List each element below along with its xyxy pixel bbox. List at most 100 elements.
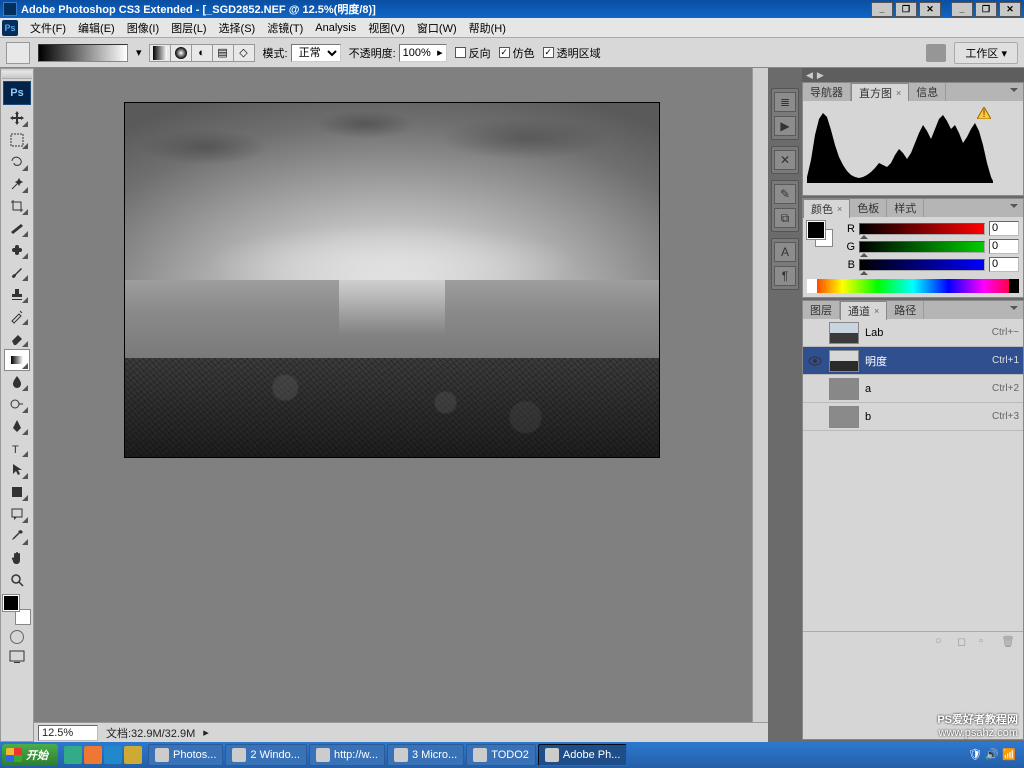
gradient-linear-icon[interactable]: [149, 44, 171, 62]
document-canvas[interactable]: [124, 102, 660, 458]
save-selection-icon[interactable]: ◻: [957, 635, 973, 649]
b-value[interactable]: 0: [989, 257, 1019, 272]
restore-button[interactable]: ❐: [895, 2, 917, 17]
bridge-icon[interactable]: [926, 44, 946, 62]
menu-file[interactable]: 文件(F): [24, 18, 72, 38]
panel-menu-icon[interactable]: [1008, 202, 1020, 212]
ql-icon-1[interactable]: [64, 746, 82, 764]
spectrum-bar[interactable]: [807, 279, 1019, 293]
move-tool-icon[interactable]: [4, 107, 30, 129]
channel-row[interactable]: LabCtrl+~: [803, 319, 1023, 347]
dock-char-icon[interactable]: A: [774, 242, 796, 262]
dock-layers-icon[interactable]: ≣: [774, 92, 796, 112]
eyedropper-tool-icon[interactable]: [4, 525, 30, 547]
transparency-checkbox[interactable]: ✓透明区域: [543, 45, 601, 61]
history-brush-tool-icon[interactable]: [4, 305, 30, 327]
foreground-color-swatch[interactable]: [3, 595, 19, 611]
dodge-tool-icon[interactable]: [4, 393, 30, 415]
blend-mode-select[interactable]: 正常: [291, 44, 341, 62]
tab-paths[interactable]: 路径: [887, 301, 924, 319]
ql-icon-4[interactable]: [124, 746, 142, 764]
menu-select[interactable]: 选择(S): [213, 18, 262, 38]
taskbar-task[interactable]: Adobe Ph...: [538, 744, 628, 766]
app-close-button[interactable]: ✕: [999, 2, 1021, 17]
brush-tool-icon[interactable]: [4, 261, 30, 283]
menu-edit[interactable]: 编辑(E): [72, 18, 121, 38]
dock-tools-icon[interactable]: ✕: [774, 150, 796, 170]
tab-channels[interactable]: 通道×: [840, 301, 887, 320]
start-button[interactable]: 开始: [2, 744, 58, 766]
tab-color[interactable]: 颜色×: [803, 199, 850, 218]
current-tool-icon[interactable]: [6, 42, 30, 64]
minimize-button[interactable]: _: [871, 2, 893, 17]
taskbar-task[interactable]: 2 Windo...: [225, 744, 307, 766]
channel-row[interactable]: bCtrl+3: [803, 403, 1023, 431]
opacity-field[interactable]: 100%▸: [399, 44, 447, 62]
path-select-tool-icon[interactable]: [4, 459, 30, 481]
new-channel-icon[interactable]: ▫: [979, 635, 995, 649]
hand-tool-icon[interactable]: [4, 547, 30, 569]
tray-icon[interactable]: 🛡: [968, 748, 982, 762]
menu-filter[interactable]: 滤镜(T): [261, 18, 309, 38]
reverse-checkbox[interactable]: 反向: [455, 45, 491, 61]
taskbar-task[interactable]: http://w...: [309, 744, 385, 766]
visibility-eye-icon[interactable]: [807, 326, 823, 340]
gradient-dropdown-icon[interactable]: ▾: [136, 46, 142, 59]
panel-menu-icon[interactable]: [1008, 86, 1020, 96]
zoom-tool-icon[interactable]: [4, 569, 30, 591]
gradient-reflected-icon[interactable]: ▤: [212, 44, 234, 62]
app-minimize-button[interactable]: _: [951, 2, 973, 17]
tab-navigator[interactable]: 导航器: [803, 83, 851, 101]
eraser-tool-icon[interactable]: [4, 327, 30, 349]
panel-menu-icon[interactable]: [1008, 304, 1020, 314]
g-slider[interactable]: [859, 241, 985, 253]
gradient-tool-icon[interactable]: [4, 349, 30, 371]
load-selection-icon[interactable]: ○: [935, 635, 951, 649]
dock-para-icon[interactable]: ¶: [774, 266, 796, 286]
ql-icon-2[interactable]: [84, 746, 102, 764]
wand-tool-icon[interactable]: [4, 173, 30, 195]
menu-window[interactable]: 窗口(W): [411, 18, 463, 38]
dock-brush-icon[interactable]: ✎: [774, 184, 796, 204]
b-slider[interactable]: [859, 259, 985, 271]
channel-row[interactable]: 明度Ctrl+1: [803, 347, 1023, 375]
type-tool-icon[interactable]: T: [4, 437, 30, 459]
tray-icon[interactable]: 🔊: [985, 748, 999, 762]
visibility-eye-icon[interactable]: [807, 354, 823, 368]
shape-tool-icon[interactable]: [4, 481, 30, 503]
dock-clone-icon[interactable]: ⧉: [774, 208, 796, 228]
delete-channel-icon[interactable]: 🗑: [1001, 635, 1017, 649]
visibility-eye-icon[interactable]: [807, 382, 823, 396]
menu-help[interactable]: 帮助(H): [463, 18, 512, 38]
stamp-tool-icon[interactable]: [4, 283, 30, 305]
taskbar-task[interactable]: Photos...: [148, 744, 223, 766]
pen-tool-icon[interactable]: [4, 415, 30, 437]
warning-icon[interactable]: !: [977, 107, 991, 119]
color-swatches[interactable]: [3, 595, 31, 625]
taskbar-task[interactable]: 3 Micro...: [387, 744, 464, 766]
g-value[interactable]: 0: [989, 239, 1019, 254]
menu-analysis[interactable]: Analysis: [309, 20, 362, 36]
menu-layer[interactable]: 图层(L): [165, 18, 212, 38]
dock-play-icon[interactable]: ▶: [774, 116, 796, 136]
dither-checkbox[interactable]: ✓仿色: [499, 45, 535, 61]
ql-icon-3[interactable]: [104, 746, 122, 764]
channel-row[interactable]: aCtrl+2: [803, 375, 1023, 403]
r-value[interactable]: 0: [989, 221, 1019, 236]
tab-swatches[interactable]: 色板: [850, 199, 887, 217]
screen-mode-icon[interactable]: [4, 647, 30, 667]
close-button[interactable]: ✕: [919, 2, 941, 17]
visibility-eye-icon[interactable]: [807, 410, 823, 424]
zoom-field[interactable]: 12.5%: [38, 725, 98, 741]
background-color-swatch[interactable]: [15, 609, 31, 625]
tray-icon[interactable]: 📶: [1002, 748, 1016, 762]
workspace-button[interactable]: 工作区 ▾: [954, 42, 1018, 64]
marquee-tool-icon[interactable]: [4, 129, 30, 151]
gradient-preview[interactable]: [38, 44, 128, 62]
r-slider[interactable]: [859, 223, 985, 235]
gradient-diamond-icon[interactable]: ◇: [233, 44, 255, 62]
vertical-scrollbar[interactable]: [752, 68, 768, 722]
taskbar-task[interactable]: TODO2: [466, 744, 536, 766]
toolbox-grip[interactable]: [2, 71, 32, 79]
app-restore-button[interactable]: ❐: [975, 2, 997, 17]
